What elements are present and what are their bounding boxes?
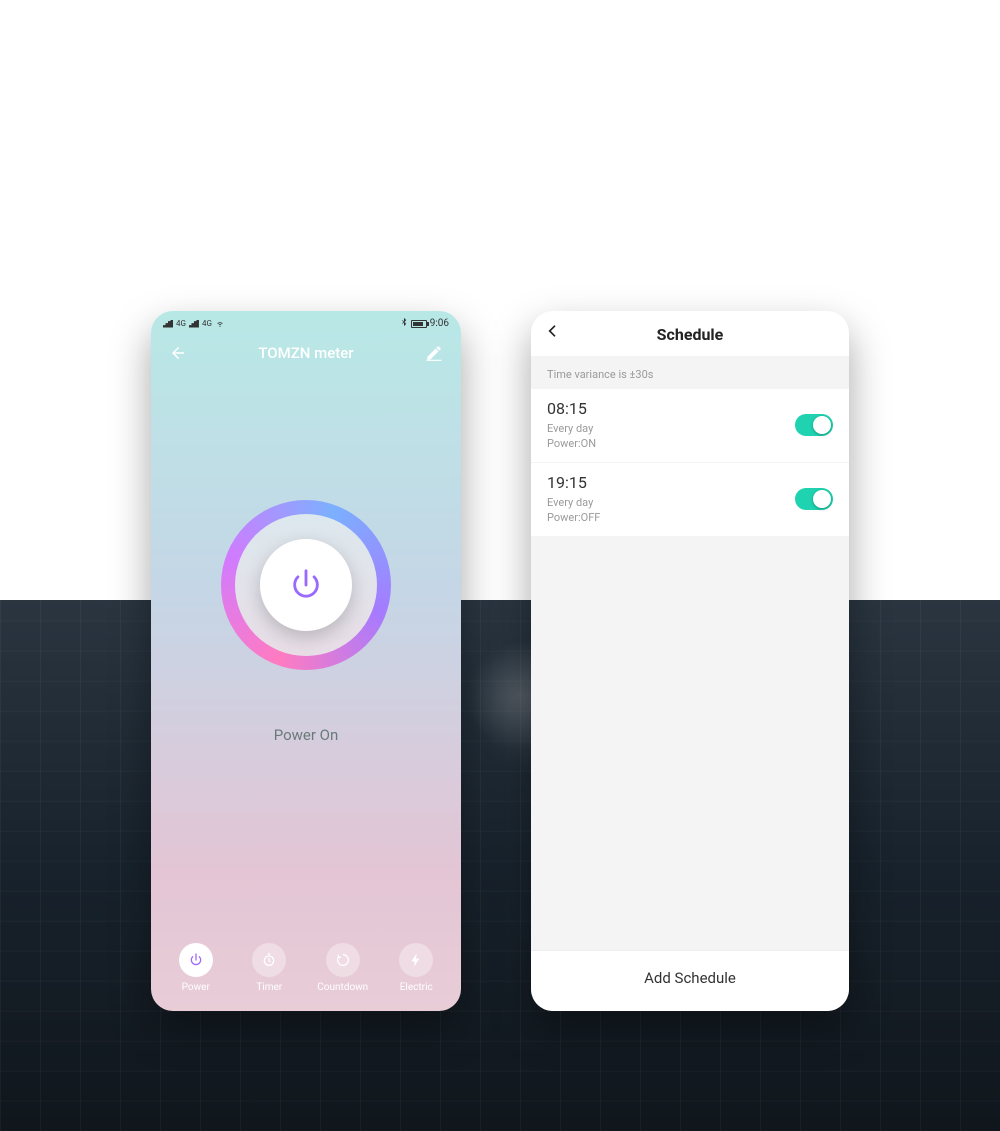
status-time: 9:06: [430, 318, 449, 329]
schedule-title: Schedule: [657, 325, 724, 344]
power-button[interactable]: [260, 539, 352, 631]
spacer: [531, 537, 849, 950]
phones-row: 4G 4G 9:06 TOMZN meter: [0, 271, 1000, 1011]
bottom-tabs: Power Timer Countdown Electric: [151, 943, 461, 993]
net-label-2: 4G: [202, 319, 212, 328]
power-ring: [221, 500, 391, 670]
schedule-time: 08:15: [547, 399, 596, 418]
power-icon: [188, 952, 204, 968]
schedule-item[interactable]: 19:15 Every day Power:OFF: [531, 463, 849, 536]
timer-icon: [261, 952, 277, 968]
schedule-action: Power:OFF: [547, 510, 600, 525]
toggle-switch[interactable]: [795, 414, 833, 436]
wifi-icon: [215, 320, 225, 328]
tab-label: Power: [166, 982, 226, 993]
app-title: TOMZN meter: [258, 344, 353, 362]
tab-label: Countdown: [313, 982, 373, 993]
add-schedule-button[interactable]: Add Schedule: [531, 950, 849, 1011]
schedule-action: Power:ON: [547, 436, 596, 451]
back-icon[interactable]: [169, 344, 187, 362]
tab-label: Timer: [239, 982, 299, 993]
app-bar: TOMZN meter: [151, 332, 461, 370]
net-label-1: 4G: [176, 319, 186, 328]
power-icon: [289, 568, 323, 602]
tab-countdown[interactable]: Countdown: [313, 943, 373, 993]
schedule-repeat: Every day: [547, 421, 596, 436]
battery-icon: [411, 320, 427, 328]
schedule-time: 19:15: [547, 473, 600, 492]
variance-note: Time variance is ±30s: [531, 356, 849, 389]
schedule-repeat: Every day: [547, 495, 600, 510]
phone-power: 4G 4G 9:06 TOMZN meter: [151, 311, 461, 1011]
bolt-icon: [408, 952, 424, 968]
back-icon[interactable]: [545, 323, 561, 343]
tab-electric[interactable]: Electric: [386, 943, 446, 993]
power-status-text: Power On: [151, 726, 461, 744]
phone-schedule: Schedule Time variance is ±30s 08:15 Eve…: [531, 311, 849, 1011]
tab-power[interactable]: Power: [166, 943, 226, 993]
status-bar: 4G 4G 9:06: [151, 311, 461, 332]
bluetooth-icon: [400, 317, 408, 330]
countdown-icon: [335, 952, 351, 968]
toggle-switch[interactable]: [795, 488, 833, 510]
schedule-item[interactable]: 08:15 Every day Power:ON: [531, 389, 849, 462]
power-button-wrap: [151, 500, 461, 670]
edit-icon[interactable]: [425, 344, 443, 362]
tab-timer[interactable]: Timer: [239, 943, 299, 993]
signal-icon: [163, 320, 173, 328]
signal-icon-2: [189, 320, 199, 328]
schedule-header: Schedule: [531, 311, 849, 356]
tab-label: Electric: [386, 982, 446, 993]
